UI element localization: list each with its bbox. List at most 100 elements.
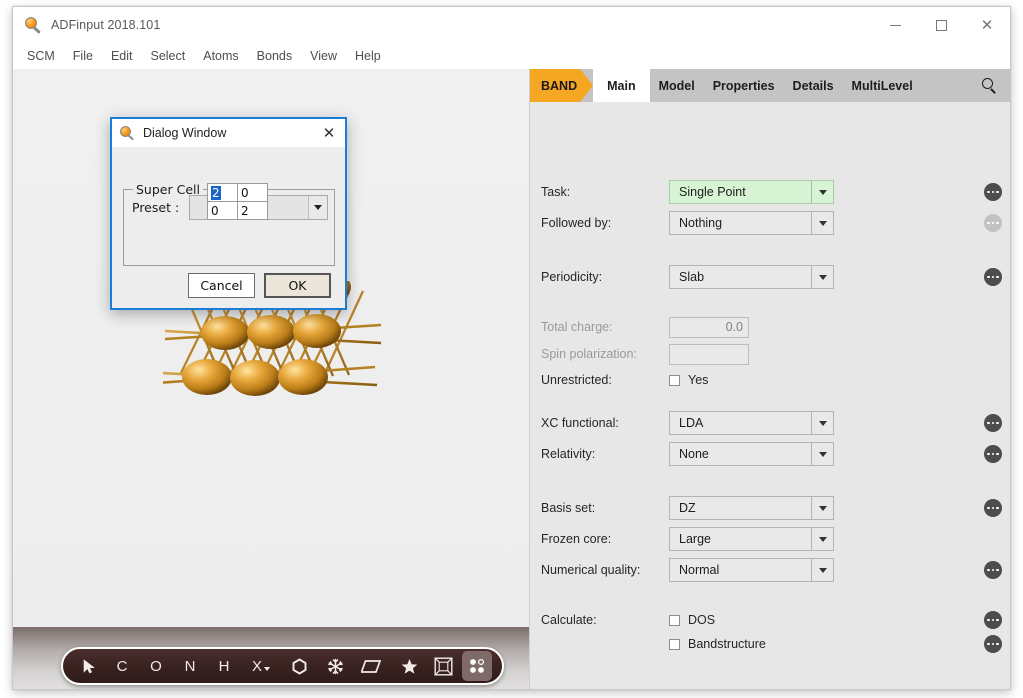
label-basis-set: Basis set: bbox=[541, 501, 596, 515]
preset-label: Preset : bbox=[132, 200, 180, 215]
title-bar: ADFinput 2018.101 ✕ bbox=[13, 7, 1010, 43]
basis-set-value: DZ bbox=[679, 501, 696, 515]
tab-main[interactable]: Main bbox=[593, 69, 650, 102]
menu-item-atoms[interactable]: Atoms bbox=[203, 47, 246, 65]
field-row-frozen-core: Frozen core: Large bbox=[530, 527, 1010, 551]
basis-set-dropdown[interactable]: DZ bbox=[669, 496, 834, 520]
supercell-tool[interactable] bbox=[460, 649, 494, 683]
other-element-label: X bbox=[251, 657, 262, 675]
menu-item-select[interactable]: Select bbox=[150, 47, 193, 65]
relativity-more-button[interactable] bbox=[984, 445, 1002, 463]
menu-item-edit[interactable]: Edit bbox=[111, 47, 141, 65]
numerical-quality-dropdown[interactable]: Normal bbox=[669, 558, 834, 582]
chevron-down-icon bbox=[811, 443, 833, 465]
menu-item-bonds[interactable]: Bonds bbox=[257, 47, 300, 65]
tab-details[interactable]: Details bbox=[784, 69, 843, 102]
tab-bar: BAND Main Model Properties Details Multi… bbox=[530, 69, 1010, 102]
desktop-background: ADFinput 2018.101 ✕ SCM File Edit Select… bbox=[0, 0, 1023, 698]
numerical-quality-more-button[interactable] bbox=[984, 561, 1002, 579]
oxygen-tool[interactable]: O bbox=[139, 649, 173, 683]
frozen-core-value: Large bbox=[679, 532, 711, 546]
unit-cell-box-icon bbox=[434, 657, 453, 676]
frozen-core-dropdown[interactable]: Large bbox=[669, 527, 834, 551]
matrix-cell-1-1[interactable]: 2 bbox=[237, 201, 268, 220]
menu-item-file[interactable]: File bbox=[73, 47, 101, 65]
hydrogen-tool[interactable]: H bbox=[207, 649, 241, 683]
matrix-cell-0-0[interactable]: 2 bbox=[207, 183, 238, 202]
matrix-cell-0-1[interactable]: 0 bbox=[237, 183, 268, 202]
xc-functional-dropdown[interactable]: LDA bbox=[669, 411, 834, 435]
spin-polarization-input[interactable] bbox=[669, 343, 749, 365]
field-row-relativity: Relativity: None bbox=[530, 442, 1010, 466]
label-unrestricted: Unrestricted: bbox=[541, 373, 612, 387]
matrix-cell-1-0[interactable]: 0 bbox=[207, 201, 238, 220]
field-row-basis-set: Basis set: DZ bbox=[530, 496, 1010, 520]
chevron-down-icon bbox=[811, 266, 833, 288]
search-button[interactable] bbox=[968, 69, 1010, 102]
select-cursor-tool[interactable] bbox=[73, 649, 105, 683]
bandstructure-checkbox[interactable]: Bandstructure bbox=[669, 637, 766, 651]
chevron-down-icon bbox=[811, 181, 833, 203]
relativity-dropdown[interactable]: None bbox=[669, 442, 834, 466]
task-more-button[interactable] bbox=[984, 183, 1002, 201]
tab-properties[interactable]: Properties bbox=[704, 69, 784, 102]
tab-multilevel[interactable]: MultiLevel bbox=[843, 69, 922, 102]
snowflake-icon bbox=[327, 658, 343, 674]
super-cell-dialog: Dialog Window ✕ Super Cell Preset : 2 0 … bbox=[110, 117, 347, 310]
close-icon: ✕ bbox=[980, 15, 994, 34]
periodicity-dropdown[interactable]: Slab bbox=[669, 265, 834, 289]
plane-tool[interactable] bbox=[353, 649, 389, 683]
minimize-button[interactable] bbox=[872, 7, 918, 43]
label-spin-polarization: Spin polarization: bbox=[541, 347, 637, 361]
cancel-button[interactable]: Cancel bbox=[188, 273, 255, 298]
relativity-value: None bbox=[679, 447, 709, 461]
menu-bar: SCM File Edit Select Atoms Bonds View He… bbox=[13, 43, 1010, 69]
task-dropdown[interactable]: Single Point bbox=[669, 180, 834, 204]
hexagon-ring-icon bbox=[292, 657, 306, 675]
dos-checkbox[interactable]: DOS bbox=[669, 613, 715, 627]
maximize-button[interactable] bbox=[918, 7, 964, 43]
menu-item-scm[interactable]: SCM bbox=[27, 47, 63, 65]
menu-item-help[interactable]: Help bbox=[355, 47, 389, 65]
label-frozen-core: Frozen core: bbox=[541, 532, 612, 546]
field-row-followed-by: Followed by: Nothing bbox=[530, 211, 1010, 235]
carbon-tool[interactable]: C bbox=[105, 649, 139, 683]
followed-by-dropdown[interactable]: Nothing bbox=[669, 211, 834, 235]
nitrogen-tool[interactable]: N bbox=[173, 649, 207, 683]
maximize-icon bbox=[935, 19, 947, 31]
label-periodicity: Periodicity: bbox=[541, 270, 603, 284]
dialog-button-row: Cancel OK bbox=[112, 273, 345, 308]
total-charge-input[interactable]: 0.0 bbox=[669, 316, 749, 338]
basis-set-more-button[interactable] bbox=[984, 499, 1002, 517]
minimize-icon bbox=[889, 24, 901, 26]
star-tool[interactable] bbox=[392, 649, 426, 683]
unrestricted-checkbox[interactable]: Yes bbox=[669, 373, 708, 387]
followed-by-more-button bbox=[984, 214, 1002, 232]
xc-functional-more-button[interactable] bbox=[984, 414, 1002, 432]
other-element-tool[interactable]: X bbox=[241, 649, 281, 683]
unrestricted-checkbox-label: Yes bbox=[688, 373, 709, 387]
dialog-close-button[interactable]: ✕ bbox=[319, 123, 339, 143]
chevron-down-icon bbox=[308, 196, 327, 219]
label-numerical-quality: Numerical quality: bbox=[541, 563, 641, 577]
ok-button[interactable]: OK bbox=[264, 273, 331, 298]
numerical-quality-value: Normal bbox=[679, 563, 720, 577]
unit-cell-tool[interactable] bbox=[426, 649, 460, 683]
periodicity-more-button[interactable] bbox=[984, 268, 1002, 286]
field-row-unrestricted: Unrestricted: Yes bbox=[530, 368, 1010, 392]
checkbox-icon bbox=[669, 374, 680, 386]
program-tab-band[interactable]: BAND bbox=[530, 69, 593, 102]
ring-tool[interactable] bbox=[281, 649, 317, 683]
menu-item-view[interactable]: View bbox=[310, 47, 345, 65]
bandstructure-more-button[interactable] bbox=[984, 635, 1002, 653]
snowflake-tool[interactable] bbox=[317, 649, 353, 683]
label-followed-by: Followed by: bbox=[541, 216, 612, 230]
settings-form: Task: Single Point Followed by: Nothing bbox=[530, 102, 1010, 689]
tab-model[interactable]: Model bbox=[650, 69, 704, 102]
dos-more-button[interactable] bbox=[984, 611, 1002, 629]
supercell-tool-active-bg bbox=[462, 651, 492, 681]
close-icon: ✕ bbox=[322, 124, 336, 142]
star-icon bbox=[401, 658, 417, 674]
close-button[interactable]: ✕ bbox=[964, 7, 1010, 43]
magnifier-icon bbox=[120, 125, 135, 141]
